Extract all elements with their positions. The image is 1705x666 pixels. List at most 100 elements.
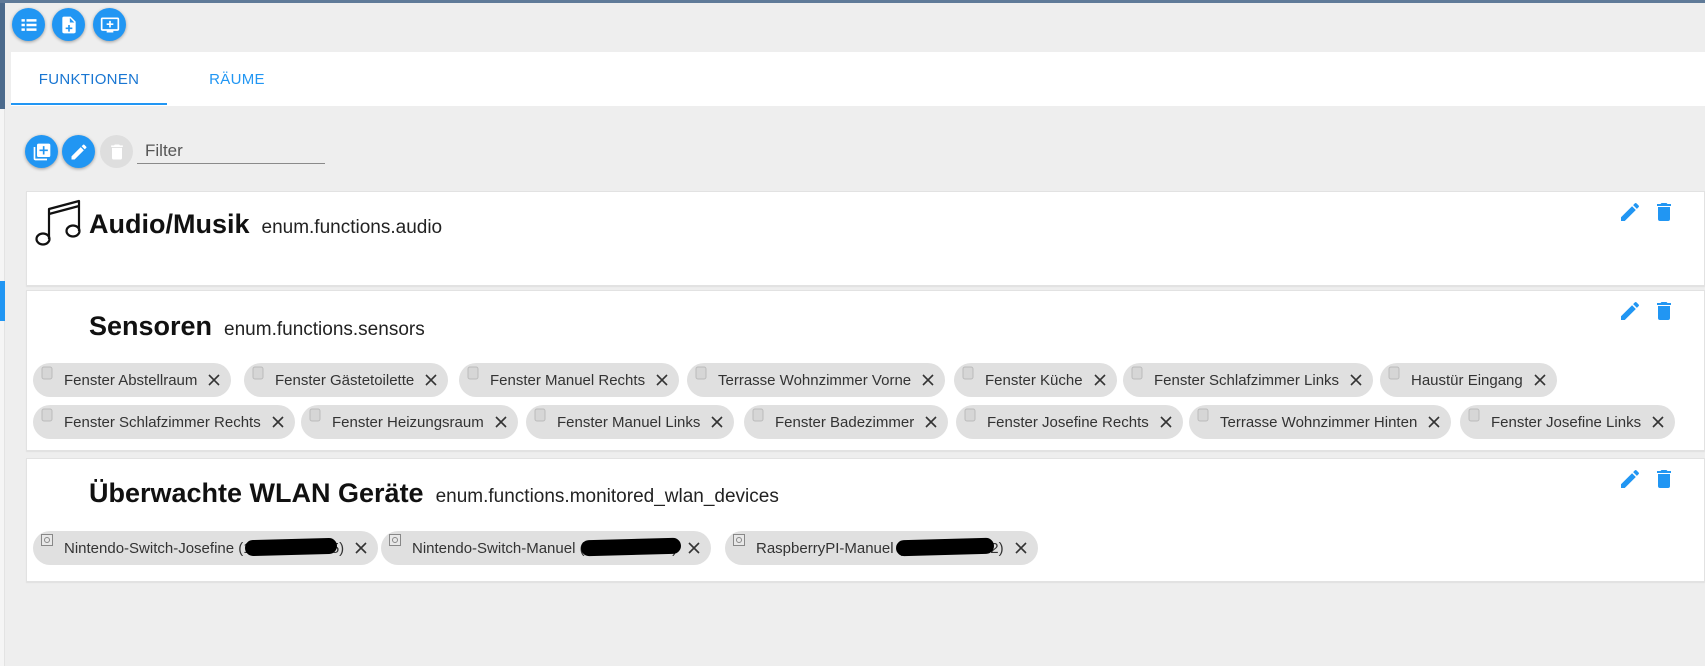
member-label: Fenster Manuel Rechts xyxy=(490,371,646,389)
edit-enum-button[interactable] xyxy=(1618,467,1642,491)
remove-member-button[interactable] xyxy=(1349,373,1363,387)
close-icon xyxy=(922,374,934,386)
close-icon xyxy=(1160,416,1172,428)
device-icon xyxy=(41,534,53,546)
state-icon xyxy=(752,408,764,422)
delete-enum-button[interactable] xyxy=(1652,299,1676,323)
member-chip[interactable]: Fenster Gästetoilette xyxy=(244,363,449,397)
trash-icon xyxy=(1657,203,1671,221)
edit-enum-button[interactable] xyxy=(62,135,95,168)
remove-member-button[interactable] xyxy=(424,373,438,387)
member-label: Fenster Abstellraum xyxy=(64,371,198,389)
file-plus-icon xyxy=(61,16,76,33)
close-icon xyxy=(208,374,220,386)
state-icon xyxy=(1468,408,1480,422)
delete-enum-button[interactable] xyxy=(1652,467,1676,491)
close-icon xyxy=(1534,374,1546,386)
left-drawer-edge xyxy=(0,3,5,666)
remove-member-button[interactable] xyxy=(1014,541,1028,555)
member-chip[interactable]: Terrasse Wohnzimmer Vorne xyxy=(687,363,946,397)
member-chip[interactable]: Fenster Schlafzimmer Links xyxy=(1123,363,1374,397)
remove-member-button[interactable] xyxy=(1093,373,1107,387)
member-chip[interactable]: Fenster Heizungsraum xyxy=(301,405,518,439)
member-chip[interactable]: Fenster Manuel Links xyxy=(526,405,735,439)
enum-card-sensors[interactable]: Sensoren enum.functions.sensors Fenster … xyxy=(26,290,1705,451)
close-icon xyxy=(355,542,367,554)
remove-member-button[interactable] xyxy=(1533,373,1547,387)
remove-member-button[interactable] xyxy=(921,373,935,387)
remove-member-button[interactable] xyxy=(271,415,285,429)
member-label: Fenster Josefine Rechts xyxy=(987,413,1149,431)
add-window-button[interactable] xyxy=(93,8,126,41)
member-chip[interactable]: Nintendo-Switch-Josefine (192.168.15.75) xyxy=(33,531,379,565)
enum-card-audio[interactable]: Audio/Musik enum.functions.audio xyxy=(26,191,1705,286)
remove-member-button[interactable] xyxy=(354,541,368,555)
list-view-button[interactable] xyxy=(12,8,45,41)
add-enum-button[interactable] xyxy=(25,135,58,168)
edit-enum-button[interactable] xyxy=(1618,299,1642,323)
pencil-icon xyxy=(71,143,87,159)
state-icon xyxy=(252,366,264,380)
remove-member-button[interactable] xyxy=(687,541,701,555)
remove-member-button[interactable] xyxy=(1651,415,1665,429)
remove-member-button[interactable] xyxy=(1427,415,1441,429)
remove-member-button[interactable] xyxy=(655,373,669,387)
enum-name: Sensoren xyxy=(89,311,213,341)
close-icon xyxy=(1428,416,1440,428)
tab-raeume[interactable]: RÄUME xyxy=(167,52,307,106)
member-chip[interactable]: RaspberryPI-Manuel (192.168.15.72) xyxy=(725,531,1038,565)
remove-member-button[interactable] xyxy=(494,415,508,429)
list-icon xyxy=(21,18,36,31)
state-icon xyxy=(309,408,321,422)
close-icon xyxy=(495,416,507,428)
remove-member-button[interactable] xyxy=(1159,415,1173,429)
state-icon xyxy=(1388,366,1400,380)
member-chip[interactable]: Terrasse Wohnzimmer Hinten xyxy=(1189,405,1452,439)
delete-enum-button[interactable] xyxy=(1652,200,1676,224)
card-actions xyxy=(1618,467,1676,491)
state-icon xyxy=(1197,408,1209,422)
remove-member-button[interactable] xyxy=(924,415,938,429)
enum-name: Überwachte WLAN Geräte xyxy=(89,478,424,508)
member-chip[interactable]: Fenster Josefine Rechts xyxy=(956,405,1183,439)
member-label: Fenster Heizungsraum xyxy=(332,413,484,431)
member-label: Fenster Gästetoilette xyxy=(275,371,415,389)
close-icon xyxy=(272,416,284,428)
close-icon xyxy=(656,374,668,386)
edit-enum-button[interactable] xyxy=(1618,200,1642,224)
delete-enum-button[interactable] xyxy=(100,135,133,168)
filter-input[interactable] xyxy=(137,138,325,163)
enum-id: enum.functions.sensors xyxy=(224,319,425,340)
close-icon xyxy=(425,374,437,386)
enum-id: enum.functions.monitored_wlan_devices xyxy=(435,486,779,507)
card-actions xyxy=(1618,200,1676,224)
remove-member-button[interactable] xyxy=(710,415,724,429)
tab-funktionen[interactable]: FUNKTIONEN xyxy=(11,52,167,106)
add-file-button[interactable] xyxy=(52,8,85,41)
pencil-icon xyxy=(1621,301,1640,320)
member-chip[interactable]: Fenster Schlafzimmer Rechts xyxy=(33,405,295,439)
window-plus-icon xyxy=(100,17,119,32)
remove-member-button[interactable] xyxy=(207,373,221,387)
member-chip[interactable]: Fenster Manuel Rechts xyxy=(459,363,680,397)
window-top-strip xyxy=(0,0,1705,3)
state-icon xyxy=(534,408,546,422)
member-chip[interactable]: Fenster Küche xyxy=(954,363,1117,397)
member-chip[interactable]: Fenster Josefine Links xyxy=(1460,405,1676,439)
member-chip[interactable]: Fenster Badezimmer xyxy=(744,405,949,439)
member-label: Fenster Badezimmer xyxy=(775,413,915,431)
member-chip[interactable]: Haustür Eingang xyxy=(1380,363,1557,397)
device-icon xyxy=(389,534,401,546)
enum-name: Audio/Musik xyxy=(89,209,250,239)
trash-icon xyxy=(1657,302,1671,320)
state-icon xyxy=(962,366,974,380)
enum-title: Überwachte WLAN Geräte enum.functions.mo… xyxy=(89,478,779,509)
close-icon xyxy=(925,416,937,428)
device-icon xyxy=(733,534,745,546)
enum-card-wlan-devices[interactable]: Überwachte WLAN Geräte enum.functions.mo… xyxy=(26,458,1705,582)
member-label: Haustür Eingang xyxy=(1411,371,1523,389)
member-chip[interactable]: Nintendo-Switch-Manuel (192.168.15.5) xyxy=(381,531,712,565)
member-chip[interactable]: Fenster Abstellraum xyxy=(33,363,232,397)
close-icon xyxy=(1350,374,1362,386)
member-label: Fenster Josefine Links xyxy=(1491,413,1642,431)
